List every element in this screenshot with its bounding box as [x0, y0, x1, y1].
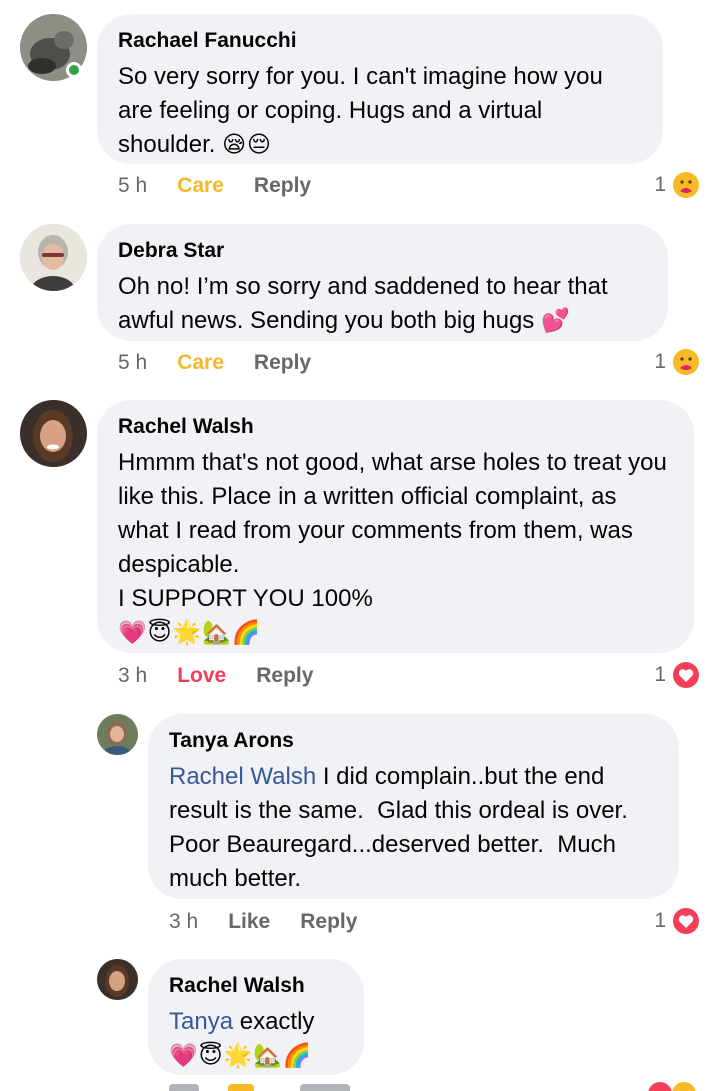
- avatar-woman-photo: [97, 959, 138, 1000]
- reaction-button[interactable]: Love: [177, 664, 226, 688]
- comment-bubble[interactable]: Rachel Walsh Hmmm that's not good, what …: [97, 400, 694, 653]
- comment-actions: 5 h Care Reply: [118, 173, 311, 199]
- mention-link[interactable]: Rachel Walsh: [169, 763, 316, 790]
- avatar[interactable]: [97, 714, 138, 755]
- comment-actions: 3 h Love Reply: [118, 663, 313, 689]
- love-icon: [672, 907, 700, 935]
- comment-author[interactable]: Rachael Fanucchi: [118, 28, 641, 54]
- like-button[interactable]: Like: [228, 910, 270, 934]
- comment-text: Oh no! I’m so sorry and saddened to hear…: [118, 270, 646, 338]
- avatar-woman-photo: [20, 224, 87, 291]
- reaction-count-number: 1: [654, 909, 666, 932]
- avatar-woman-photo: [97, 714, 138, 755]
- comment-timestamp[interactable]: 3 h: [118, 664, 147, 688]
- comment-text: So very sorry for you. I can't imagine h…: [118, 60, 641, 162]
- comment-author[interactable]: Debra Star: [118, 238, 646, 264]
- reaction-count-number: 1: [654, 350, 666, 373]
- reaction-button[interactable]: Care: [177, 174, 224, 198]
- comment-body: Oh no! I’m so sorry and saddened to hear…: [118, 273, 615, 334]
- reply-bubble[interactable]: Tanya Arons Rachel Walsh I did complain.…: [148, 714, 679, 899]
- comment-timestamp[interactable]: 5 h: [118, 351, 147, 375]
- comment-timestamp[interactable]: 5 h: [118, 174, 147, 198]
- comment-body: So very sorry for you. I can't imagine h…: [118, 63, 610, 158]
- cropped-reply: [300, 1084, 350, 1091]
- comment-emoji: 😪😔: [222, 132, 273, 158]
- cropped-reaction: [228, 1084, 254, 1091]
- reply-actions: 3 h Like Reply: [169, 909, 357, 935]
- reaction-count[interactable]: 1: [654, 348, 700, 376]
- cropped-timestamp: [169, 1084, 199, 1091]
- love-icon: [672, 661, 700, 689]
- mention-link[interactable]: Tanya: [169, 1008, 233, 1035]
- avatar[interactable]: [97, 959, 138, 1000]
- comment-actions: 5 h Care Reply: [118, 350, 311, 376]
- reply-text: Rachel Walsh I did complain..but the end…: [169, 760, 657, 896]
- reply-timestamp[interactable]: 3 h: [169, 910, 198, 934]
- reaction-count-number: 1: [654, 663, 666, 686]
- reply-text: Tanya exactly: [169, 1005, 342, 1039]
- cropped-next-row: [0, 1078, 720, 1091]
- reply-emoji: 💗😇🌟🏡🌈: [169, 1043, 313, 1069]
- reply-button[interactable]: Reply: [254, 174, 311, 198]
- comment-bubble[interactable]: Rachael Fanucchi So very sorry for you. …: [97, 14, 663, 164]
- reply-button[interactable]: Reply: [300, 910, 357, 934]
- online-status-dot: [66, 62, 82, 78]
- reply-button[interactable]: Reply: [254, 351, 311, 375]
- comment-emoji: 💕: [540, 308, 571, 334]
- reaction-count-number: 1: [654, 173, 666, 196]
- cropped-love-icon: [648, 1082, 672, 1091]
- comment-bubble[interactable]: Debra Star Oh no! I’m so sorry and sadde…: [97, 224, 668, 341]
- reaction-count[interactable]: 1: [654, 171, 700, 199]
- avatar[interactable]: [20, 224, 87, 291]
- comment-emoji: 💗😇🌟🏡🌈: [118, 620, 262, 646]
- care-icon: [672, 171, 700, 199]
- reaction-count[interactable]: 1: [654, 907, 700, 935]
- care-icon: [672, 348, 700, 376]
- reaction-count[interactable]: 1: [654, 661, 700, 689]
- reply-author[interactable]: Tanya Arons: [169, 728, 657, 754]
- reply-body: exactly: [233, 1008, 315, 1035]
- reaction-button[interactable]: Care: [177, 351, 224, 375]
- reply-author[interactable]: Rachel Walsh: [169, 973, 342, 999]
- reply-button[interactable]: Reply: [256, 664, 313, 688]
- avatar[interactable]: [20, 400, 87, 467]
- avatar-woman-photo: [20, 400, 87, 467]
- comment-author[interactable]: Rachel Walsh: [118, 414, 672, 440]
- cropped-care-icon: [672, 1082, 696, 1091]
- reply-bubble[interactable]: Rachel Walsh Tanya exactly 💗😇🌟🏡🌈: [148, 959, 364, 1075]
- comment-text: Hmmm that's not good, what arse holes to…: [118, 449, 667, 612]
